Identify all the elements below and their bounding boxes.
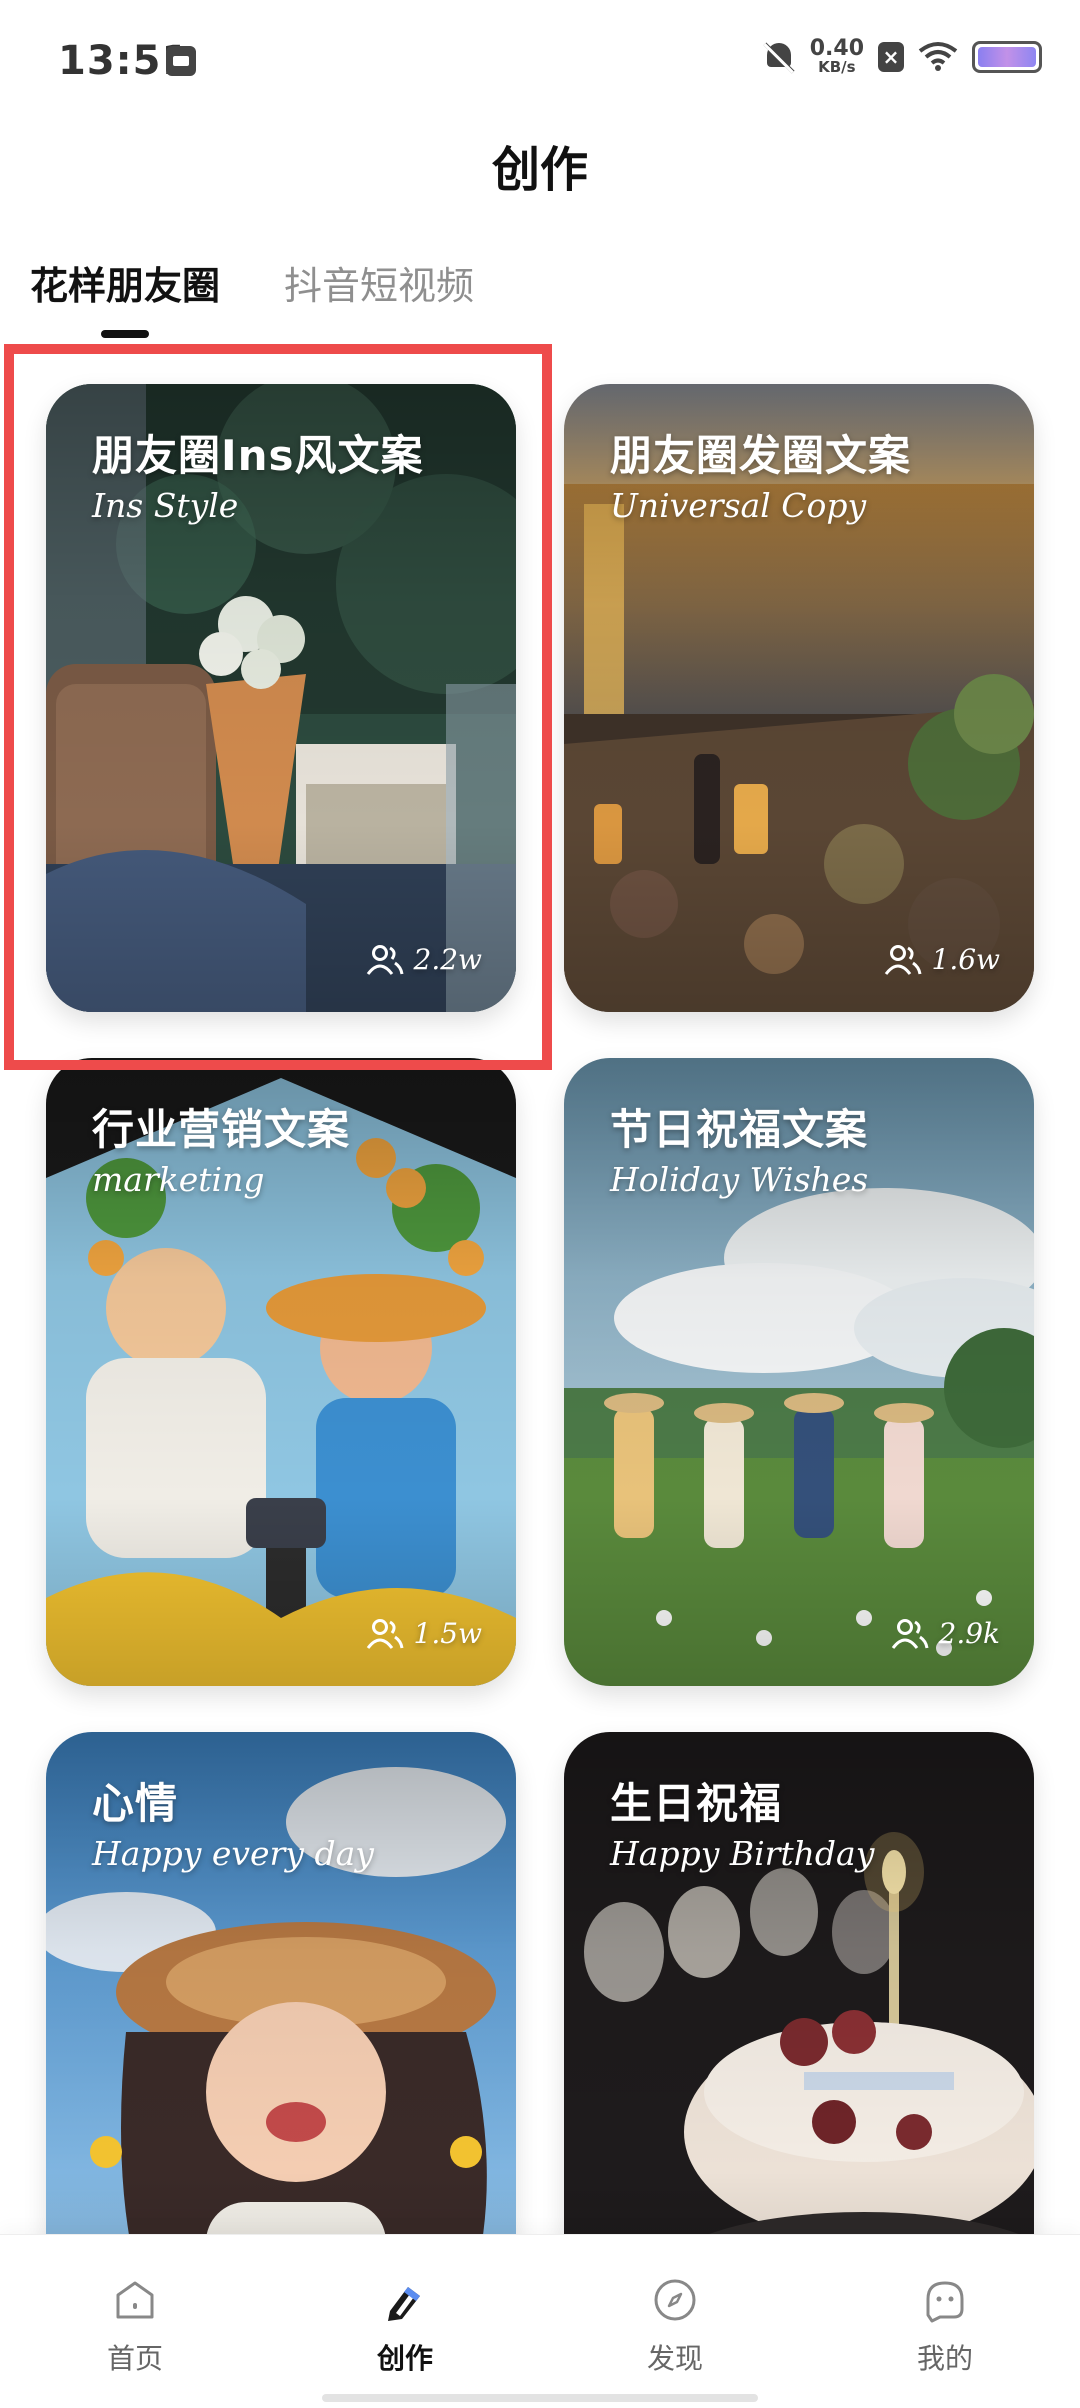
battery-icon <box>972 40 1042 73</box>
nav-label: 发现 <box>646 2342 703 2375</box>
wifi-icon <box>918 41 958 73</box>
tab-label: 花样朋友圈 <box>30 264 221 308</box>
page-title: 创作 <box>491 142 588 198</box>
nav-item-create[interactable]: 创作 <box>270 2235 540 2408</box>
card-subtitle: Universal Copy <box>610 486 867 525</box>
close-badge-icon: × <box>878 41 904 72</box>
card-title: 行业营销文案 <box>92 1105 351 1154</box>
tab-label: 抖音短视频 <box>284 264 475 308</box>
card-title: 朋友圈发圈文案 <box>610 431 912 480</box>
home-indicator[interactable] <box>322 2394 758 2402</box>
count-value: 1.5w <box>413 1617 483 1650</box>
count-value: 1.6w <box>931 943 1001 976</box>
card-subtitle: Holiday Wishes <box>610 1160 869 1199</box>
participant-count: 1.5w <box>366 1617 483 1650</box>
network-speed-unit: KB/s <box>818 58 856 76</box>
mute-icon <box>762 40 796 74</box>
status-bar: 13:51 0.40 KB/s × <box>0 0 1080 120</box>
nav-item-mine[interactable]: 我的 <box>810 2235 1080 2408</box>
status-icons: 0.40 KB/s × <box>762 38 1042 75</box>
users-icon <box>366 1618 404 1650</box>
tab-active-indicator <box>101 330 149 338</box>
participant-count: 2.9k <box>891 1617 1001 1650</box>
participant-count: 1.6w <box>884 943 1001 976</box>
profile-icon <box>926 2281 964 2323</box>
nav-item-discover[interactable]: 发现 <box>540 2235 810 2408</box>
category-card-ins-style[interactable]: 朋友圈Ins风文案 Ins Style 2.2w <box>46 384 516 1012</box>
card-title: 生日祝福 <box>610 1779 783 1828</box>
count-value: 2.9k <box>938 1617 1001 1650</box>
category-card-holiday-wishes[interactable]: 节日祝福文案 Holiday Wishes 2.9k <box>564 1058 1034 1686</box>
tab-bar: 花样朋友圈 抖音短视频 <box>30 255 474 338</box>
nav-item-home[interactable]: 首页 <box>0 2235 270 2408</box>
tab-douyin-short-video[interactable]: 抖音短视频 <box>284 255 474 338</box>
bottom-navigation-bar: 首页 创作 发现 我的 <box>0 2234 1080 2408</box>
card-subtitle: Happy Birthday <box>610 1834 875 1873</box>
creation-page: 13:51 0.40 KB/s × 创作 花样朋友圈 抖音短视频 朋友圈Ins风… <box>0 0 1080 2408</box>
calendar-icon <box>166 46 196 76</box>
pen-icon <box>388 2287 420 2321</box>
compass-icon <box>654 2279 696 2321</box>
users-icon <box>891 1618 929 1650</box>
nav-label: 我的 <box>916 2342 973 2375</box>
card-subtitle: Happy every day <box>92 1834 374 1873</box>
category-card-marketing[interactable]: 行业营销文案 marketing 1.5w <box>46 1058 516 1686</box>
card-title: 心情 <box>92 1779 179 1828</box>
count-value: 2.2w <box>413 943 483 976</box>
card-subtitle: marketing <box>92 1160 265 1199</box>
network-speed-value: 0.40 <box>809 36 864 61</box>
card-title: 节日祝福文案 <box>610 1105 869 1154</box>
card-subtitle: Ins Style <box>92 486 239 525</box>
network-speed: 0.40 KB/s <box>810 38 864 75</box>
home-icon <box>116 2281 154 2319</box>
participant-count: 2.2w <box>366 943 483 976</box>
users-icon <box>884 944 922 976</box>
category-card-universal-copy[interactable]: 朋友圈发圈文案 Universal Copy 1.6w <box>564 384 1034 1012</box>
nav-label: 首页 <box>106 2342 163 2375</box>
tab-moments-styles[interactable]: 花样朋友圈 <box>30 255 220 338</box>
users-icon <box>366 944 404 976</box>
nav-label: 创作 <box>376 2342 433 2375</box>
card-title: 朋友圈Ins风文案 <box>92 431 424 480</box>
